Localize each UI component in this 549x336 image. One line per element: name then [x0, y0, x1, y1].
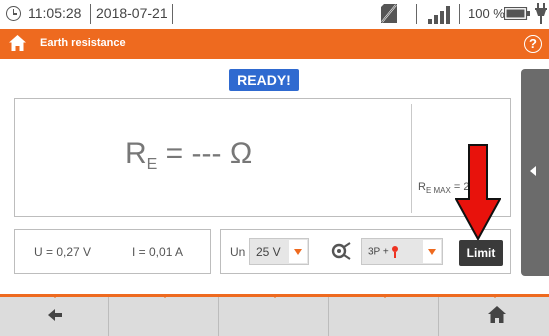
divider — [416, 4, 417, 24]
toolbar-notch — [491, 294, 499, 298]
chevron-left-icon — [530, 166, 536, 176]
divider — [459, 4, 460, 24]
plug-icon — [535, 3, 547, 24]
measurement-display: RE = --- Ω RE MAX = 2 Ω — [14, 98, 511, 217]
back-arrow-icon — [48, 309, 62, 321]
un-value: 25 V — [256, 245, 281, 259]
annotation-arrow-icon — [455, 144, 501, 240]
method-value: 3P + — [368, 246, 399, 258]
chevron-down-icon — [289, 240, 307, 263]
toolbar-notch — [161, 294, 169, 298]
re-symbol: R — [125, 137, 147, 170]
side-panel-toggle[interactable] — [521, 69, 549, 276]
battery-icon — [504, 7, 530, 20]
toolbar-notch — [51, 294, 59, 298]
home-button[interactable] — [440, 297, 549, 336]
toolbar-button-2[interactable] — [110, 297, 219, 336]
battery-percent: 100 % — [468, 6, 505, 21]
toolbar-notch — [271, 294, 279, 298]
limit-button[interactable]: Limit — [459, 240, 503, 266]
home-icon[interactable] — [9, 35, 26, 51]
probe-icon — [392, 246, 399, 258]
status-badge: READY! — [229, 69, 299, 91]
page-title: Earth resistance — [40, 37, 126, 49]
clamp-icon[interactable] — [331, 241, 351, 261]
back-button[interactable] — [0, 297, 109, 336]
current-reading: I = 0,01 A — [132, 245, 184, 259]
home-icon — [488, 306, 506, 323]
divider — [172, 4, 173, 24]
status-bar: 11:05:28 2018-07-21 100 % — [0, 0, 549, 28]
status-time: 11:05:28 — [28, 5, 82, 21]
divider — [411, 104, 412, 213]
toolbar-notch — [381, 294, 389, 298]
remax-symbol: R — [418, 181, 426, 193]
un-voltage-select[interactable]: 25 V — [249, 238, 309, 265]
voltage-reading: U = 0,27 V — [34, 245, 92, 259]
divider — [90, 4, 91, 24]
re-value: = --- Ω — [157, 137, 253, 170]
remax-subscript: E MAX — [425, 186, 451, 196]
re-subscript: E — [146, 156, 158, 173]
chevron-down-icon — [423, 240, 441, 263]
method-select[interactable]: 3P + — [361, 238, 443, 265]
sd-card-icon — [381, 4, 397, 23]
bottom-toolbar — [0, 294, 549, 336]
signal-icon — [428, 6, 450, 24]
title-bar: Earth resistance ? — [0, 29, 549, 59]
toolbar-button-4[interactable] — [330, 297, 439, 336]
readings-box: U = 0,27 V I = 0,01 A — [14, 229, 211, 274]
un-label: Un — [230, 245, 246, 259]
clock-icon — [6, 6, 21, 21]
status-date: 2018-07-21 — [96, 5, 168, 21]
toolbar-button-3[interactable] — [220, 297, 329, 336]
re-result: RE = --- Ω — [125, 137, 252, 174]
help-icon[interactable]: ? — [524, 35, 542, 53]
